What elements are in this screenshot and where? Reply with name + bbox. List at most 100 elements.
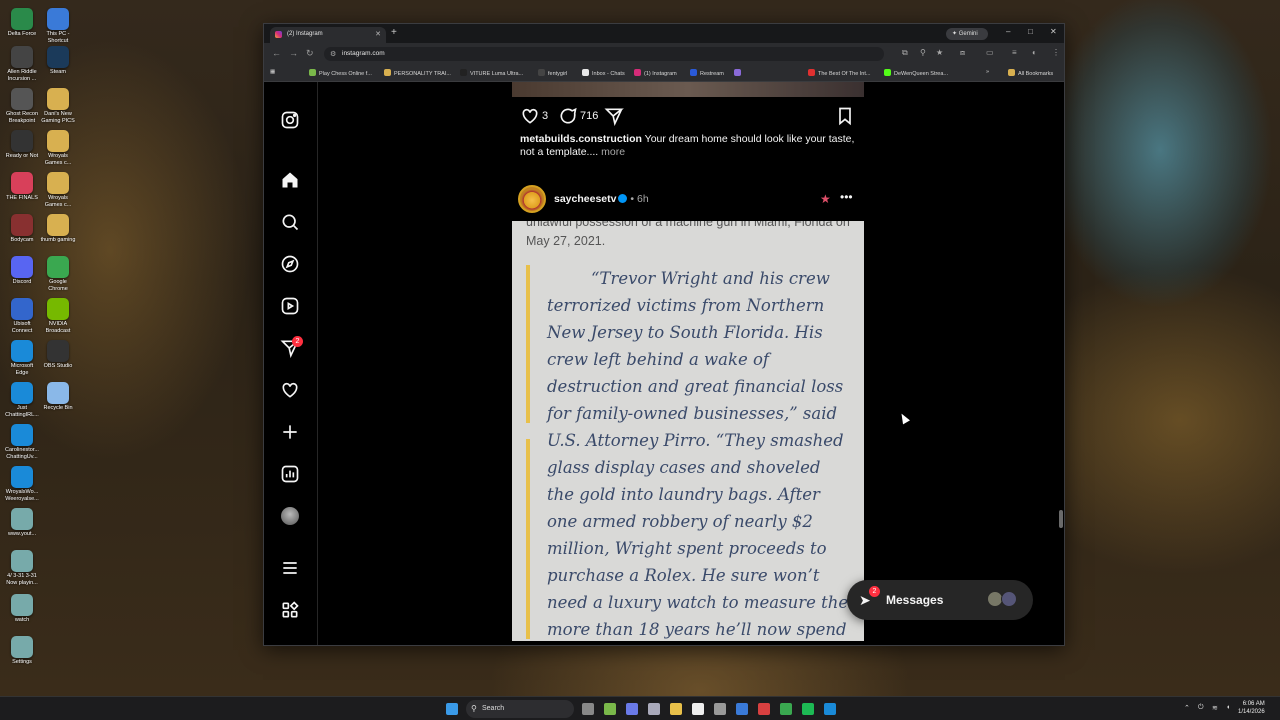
desktop-icon[interactable]: NVIDIA Broadcast: [40, 298, 76, 335]
desktop-icon[interactable]: Delta Force: [4, 8, 40, 38]
search-icon[interactable]: [280, 212, 300, 232]
app-icon[interactable]: [626, 703, 638, 715]
new-tab-button[interactable]: +: [391, 27, 397, 38]
tray-icon[interactable]: ⏻: [1198, 704, 1204, 712]
bookmark-item[interactable]: Play Chess Online f...: [309, 69, 372, 77]
gemini-button[interactable]: ✦ Gemini: [946, 28, 988, 40]
bookmark-item[interactable]: The Best Of The Int...: [808, 69, 870, 77]
edge-icon[interactable]: [824, 703, 836, 715]
desktop-icon[interactable]: Ubisoft Connect: [4, 298, 40, 335]
desktop-icon[interactable]: Ghost Recon Breakpoint: [4, 88, 40, 125]
home-icon[interactable]: [280, 170, 300, 190]
media-icon[interactable]: ≡: [1012, 48, 1017, 57]
bookmark-item[interactable]: fentygirl: [538, 69, 567, 77]
minimize-button[interactable]: –: [1006, 27, 1010, 36]
scrollbar[interactable]: [1059, 510, 1063, 528]
settings-icon[interactable]: [714, 703, 726, 715]
save-icon[interactable]: [836, 106, 854, 129]
sidepanel-icon[interactable]: ▭: [986, 48, 994, 57]
caption-username[interactable]: metabuilds.construction: [520, 133, 642, 145]
apps-icon[interactable]: ▦: [270, 69, 275, 75]
zoom-icon[interactable]: ⚲: [920, 48, 926, 57]
profile-icon[interactable]: ◐: [1032, 48, 1037, 57]
bookmark-item[interactable]: Restream: [690, 69, 724, 77]
url-field[interactable]: ⚙ instagram.com: [324, 47, 884, 61]
desktop-icon[interactable]: watch: [4, 594, 40, 624]
back-icon[interactable]: ←: [272, 48, 281, 58]
bookmark-item[interactable]: (1) Instagram: [634, 69, 677, 77]
post-document-image[interactable]: unlawful possession of a machine gun in …: [512, 221, 864, 641]
desktop-icon[interactable]: Dani's New Gaming PICS: [40, 88, 76, 125]
bookmark-star-icon[interactable]: ★: [936, 48, 943, 57]
like-icon[interactable]: [520, 106, 540, 129]
messages-button[interactable]: ➤ 2 Messages: [847, 580, 1033, 620]
reels-icon[interactable]: [280, 296, 300, 316]
desktop-icon[interactable]: THE FINALS: [4, 172, 40, 202]
app-icon[interactable]: [648, 703, 660, 715]
more-menu-icon[interactable]: [280, 558, 300, 578]
share-icon[interactable]: [604, 106, 624, 129]
desktop-icon[interactable]: Settings: [4, 636, 40, 666]
taskbar-search[interactable]: ⚲ Search: [466, 700, 574, 718]
desktop-icon[interactable]: Carolinestor... ChattingUv...: [4, 424, 40, 461]
site-info-icon[interactable]: ⚙: [330, 50, 336, 58]
close-window-button[interactable]: ✕: [1050, 27, 1057, 36]
steam-icon[interactable]: [736, 703, 748, 715]
desktop-icon[interactable]: www.yout...: [4, 508, 40, 538]
bookmark-item[interactable]: [734, 69, 744, 77]
forward-icon[interactable]: →: [289, 48, 298, 58]
desktop-icon[interactable]: Allen Riddle Incursion ...: [4, 46, 40, 83]
volume-icon[interactable]: ◖: [1226, 704, 1230, 711]
spotify-icon[interactable]: [802, 703, 814, 715]
post-avatar[interactable]: [518, 185, 546, 213]
also-from-meta-icon[interactable]: [280, 600, 300, 620]
desktop-icon[interactable]: Ready or Not: [4, 130, 40, 160]
bookmark-item[interactable]: VITURE Luma Ultra...: [460, 69, 523, 77]
profile-avatar[interactable]: [281, 507, 299, 525]
app-icon[interactable]: [604, 703, 616, 715]
desktop-icon[interactable]: Discord: [4, 256, 40, 286]
desktop-icon[interactable]: thumb gaming: [40, 214, 76, 244]
chrome-icon[interactable]: [780, 703, 792, 715]
task-view-icon[interactable]: [582, 703, 594, 715]
bookmark-item[interactable]: PERSONALITY TRAI...: [384, 69, 451, 77]
explore-icon[interactable]: [280, 254, 300, 274]
clock[interactable]: 6:06 AM 1/14/2026: [1238, 700, 1265, 716]
post-options-icon[interactable]: •••: [840, 190, 853, 204]
maximize-button[interactable]: □: [1028, 27, 1033, 36]
all-bookmarks-folder[interactable]: All Bookmarks: [1008, 69, 1053, 77]
instagram-logo-icon[interactable]: [280, 110, 300, 130]
desktop-icon[interactable]: Bodycam: [4, 214, 40, 244]
wifi-icon[interactable]: ≋: [1212, 704, 1218, 712]
close-tab-icon[interactable]: ✕: [375, 30, 381, 38]
desktop-icon[interactable]: Just ChattingIRL...: [4, 382, 40, 419]
desktop-icon[interactable]: Wroyals Games c...: [40, 130, 76, 167]
app-icon[interactable]: [758, 703, 770, 715]
post-image[interactable]: [512, 82, 864, 97]
start-icon[interactable]: [446, 703, 458, 715]
bookmark-item[interactable]: Inbox - Chats: [582, 69, 625, 77]
post-username[interactable]: saycheesetv • 6h: [554, 193, 649, 205]
desktop-icon[interactable]: Google Chrome: [40, 256, 76, 293]
desktop-icon[interactable]: Steam: [40, 46, 76, 76]
caption-more-link[interactable]: more: [601, 146, 625, 158]
reload-icon[interactable]: ↻: [306, 48, 314, 59]
comment-icon[interactable]: [558, 106, 578, 129]
install-icon[interactable]: ⧉: [902, 48, 908, 58]
menu-dots-icon[interactable]: ⋮: [1052, 48, 1060, 57]
tab-instagram[interactable]: (2) Instagram ✕: [270, 27, 386, 43]
desktop-icon[interactable]: OBS Studio: [40, 340, 76, 370]
bookmark-item[interactable]: DeWenQueen Strea...: [884, 69, 948, 77]
desktop-icon[interactable]: WroyalsWo... Weeroyalse...: [4, 466, 40, 503]
file-explorer-icon[interactable]: [670, 703, 682, 715]
bookmarks-overflow-icon[interactable]: »: [986, 69, 989, 75]
desktop-icon[interactable]: Microsoft Edge: [4, 340, 40, 377]
dashboard-icon[interactable]: [280, 464, 300, 484]
create-plus-icon[interactable]: [280, 422, 300, 442]
extensions-icon[interactable]: ⧈: [960, 48, 965, 58]
desktop-icon[interactable]: This PC - Shortcut: [40, 8, 76, 45]
desktop-icon[interactable]: 4/ 3-31 3-31 Now playin...: [4, 550, 40, 587]
app-icon[interactable]: [692, 703, 704, 715]
notifications-heart-icon[interactable]: [280, 380, 300, 400]
desktop-icon[interactable]: Wroyals Games c...: [40, 172, 76, 209]
